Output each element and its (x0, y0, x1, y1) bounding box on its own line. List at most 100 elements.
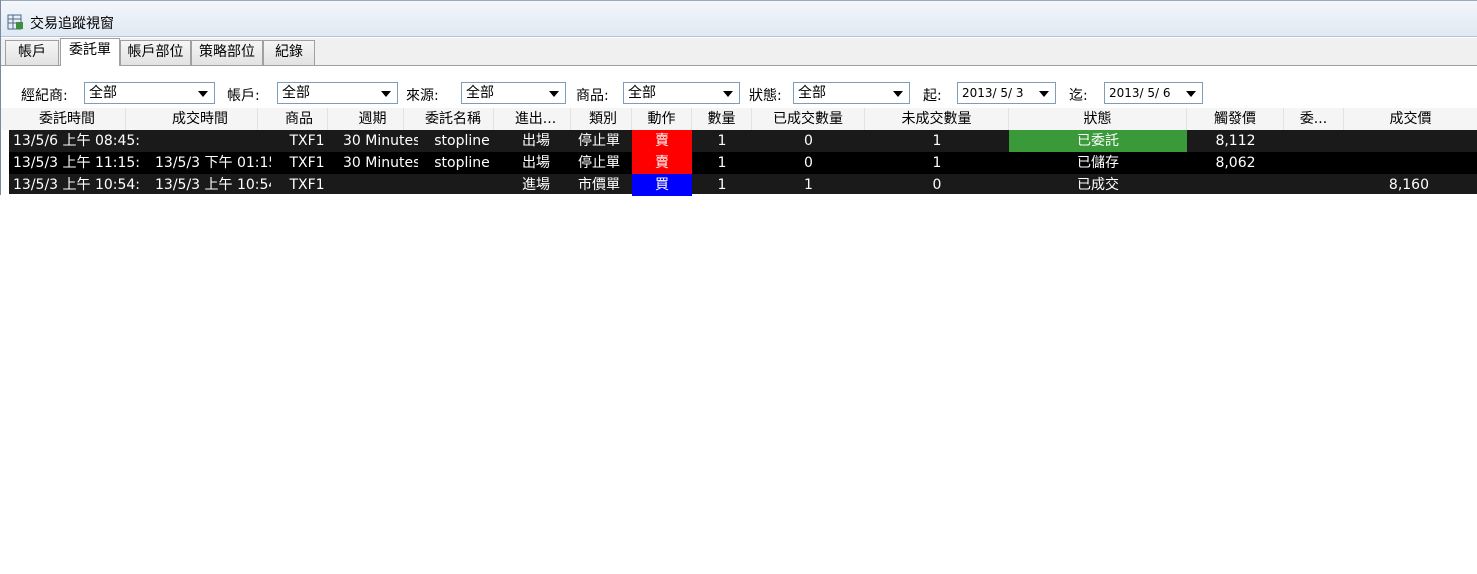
order-name-cell (418, 174, 506, 196)
filled-qty-cell: 0 (804, 133, 813, 149)
col-period[interactable]: 週期 (342, 108, 404, 130)
tab-strategy-positions[interactable]: 策略部位 (191, 40, 263, 65)
action-cell: 賣 (632, 130, 692, 152)
chevron-down-icon (549, 91, 559, 97)
quantity-cell: 1 (717, 133, 727, 149)
fill-price-cell (1344, 130, 1454, 152)
quantity-cell: 1 (717, 155, 727, 171)
entry-exit-cell: 出場 (522, 133, 550, 149)
filled-qty-cell: 0 (804, 155, 813, 171)
status-select[interactable]: 全部 (793, 82, 910, 104)
col-product[interactable]: 商品 (271, 108, 328, 130)
product-cell: TXF1 (289, 155, 325, 171)
col-status[interactable]: 狀態 (1009, 108, 1187, 130)
product-select[interactable]: 全部 (623, 82, 740, 104)
chevron-down-icon (1186, 91, 1196, 97)
product-cell: TXF1 (289, 177, 325, 193)
action-cell: 賣 (632, 152, 692, 174)
account-label: 帳戶: (227, 88, 260, 104)
type-cell: 停止單 (578, 133, 620, 149)
unfilled-qty-cell: 1 (932, 155, 942, 171)
status-cell: 已成交 (1077, 177, 1119, 193)
tab-strip: 帳戶 委託單 帳戶部位 策略部位 紀錄 (1, 38, 1477, 66)
status-value: 全部 (798, 85, 826, 101)
unfilled-qty-cell: 1 (932, 133, 942, 149)
col-trigger-price[interactable]: 觸發價 (1187, 108, 1284, 130)
tab-account-positions[interactable]: 帳戶部位 (120, 40, 191, 65)
order-price-cell (1284, 152, 1344, 174)
start-date-picker[interactable]: 2013/ 5/ 3 (957, 82, 1056, 104)
source-label: 來源: (406, 88, 439, 104)
table-row[interactable]: 13/5/3 上午 10:54: 13/5/3 上午 10:54: TXF1 進… (9, 174, 1477, 196)
col-order-time[interactable]: 委託時間 (9, 108, 126, 130)
tab-orders[interactable]: 委託單 (60, 38, 120, 66)
broker-value: 全部 (89, 85, 117, 101)
trade-tracking-window: 交易追蹤視窗 帳戶 委託單 帳戶部位 策略部位 紀錄 經紀商: 全部 帳戶: 全… (0, 0, 1477, 196)
col-fill-time[interactable]: 成交時間 (143, 108, 258, 130)
window-title: 交易追蹤視窗 (30, 16, 114, 32)
chevron-down-icon (381, 91, 391, 97)
fill-time-cell: 13/5/3 上午 10:54: (155, 177, 271, 193)
period-cell (343, 174, 418, 196)
spreadsheet-icon (7, 14, 23, 30)
broker-select[interactable]: 全部 (84, 82, 215, 104)
account-value: 全部 (282, 85, 310, 101)
order-name-cell: stopline (434, 155, 490, 171)
grid-header: 委託時間 成交時間 商品 週期 委託名稱 進出... 類別 動作 數量 已成交數… (1, 108, 1477, 130)
filled-qty-cell: 1 (804, 177, 813, 193)
chevron-down-icon (198, 91, 208, 97)
product-cell: TXF1 (289, 133, 325, 149)
start-date-value: 2013/ 5/ 3 (962, 86, 1024, 100)
col-quantity[interactable]: 數量 (692, 108, 752, 130)
order-price-cell (1284, 174, 1344, 196)
status-cell: 已儲存 (1077, 155, 1119, 171)
status-cell: 已委託 (1009, 130, 1187, 152)
col-filled-qty[interactable]: 已成交數量 (752, 108, 865, 130)
type-cell: 市價單 (578, 177, 620, 193)
fill-time-cell: 13/5/3 下午 01:15: (155, 155, 271, 171)
source-select[interactable]: 全部 (461, 82, 566, 104)
end-date-label: 迄: (1069, 88, 1088, 104)
end-date-picker[interactable]: 2013/ 5/ 6 (1104, 82, 1203, 104)
table-row[interactable]: 13/5/6 上午 08:45: TXF1 30 Minutes stoplin… (9, 130, 1477, 152)
order-time-cell: 13/5/6 上午 08:45: (13, 133, 141, 149)
period-cell: 30 Minutes (343, 133, 418, 149)
order-time-cell: 13/5/3 上午 11:15: (13, 155, 141, 171)
order-time-cell: 13/5/3 上午 10:54: (13, 177, 141, 193)
entry-exit-cell: 進場 (522, 177, 550, 193)
title-bar[interactable]: 交易追蹤視窗 (1, 0, 1477, 37)
product-value: 全部 (628, 85, 656, 101)
end-date-value: 2013/ 5/ 6 (1109, 86, 1171, 100)
entry-exit-cell: 出場 (522, 155, 550, 171)
period-cell: 30 Minutes (343, 155, 418, 171)
col-entry-exit[interactable]: 進出... (501, 108, 571, 130)
fill-price-cell: 8,160 (1388, 177, 1429, 193)
trigger-price-cell: 8,112 (1215, 133, 1256, 149)
order-price-cell (1284, 130, 1344, 152)
col-order-price[interactable]: 委... (1284, 108, 1344, 130)
chevron-down-icon (723, 91, 733, 97)
source-value: 全部 (466, 85, 494, 101)
status-label: 狀態: (749, 88, 782, 104)
product-label: 商品: (576, 88, 609, 104)
start-date-label: 起: (923, 88, 942, 104)
col-action[interactable]: 動作 (632, 108, 692, 130)
trigger-price-cell (1187, 174, 1284, 196)
broker-label: 經紀商: (21, 88, 68, 104)
unfilled-qty-cell: 0 (932, 177, 942, 193)
action-cell: 買 (632, 174, 692, 196)
table-row[interactable]: 13/5/3 上午 11:15: 13/5/3 下午 01:15: TXF1 3… (9, 152, 1477, 174)
order-name-cell: stopline (434, 133, 490, 149)
tab-log[interactable]: 紀錄 (263, 40, 315, 65)
chevron-down-icon (893, 91, 903, 97)
col-unfilled-qty[interactable]: 未成交數量 (865, 108, 1009, 130)
col-fill-price[interactable]: 成交價 (1344, 108, 1477, 130)
type-cell: 停止單 (578, 155, 620, 171)
quantity-cell: 1 (717, 177, 727, 193)
filter-bar: 經紀商: 全部 帳戶: 全部 來源: 全部 商品: 全部 狀態: 全部 起: 2… (1, 66, 1477, 108)
tab-account[interactable]: 帳戶 (5, 40, 59, 65)
col-type[interactable]: 類別 (575, 108, 632, 130)
chevron-down-icon (1039, 91, 1049, 97)
account-select[interactable]: 全部 (277, 82, 398, 104)
col-order-name[interactable]: 委託名稱 (413, 108, 494, 130)
